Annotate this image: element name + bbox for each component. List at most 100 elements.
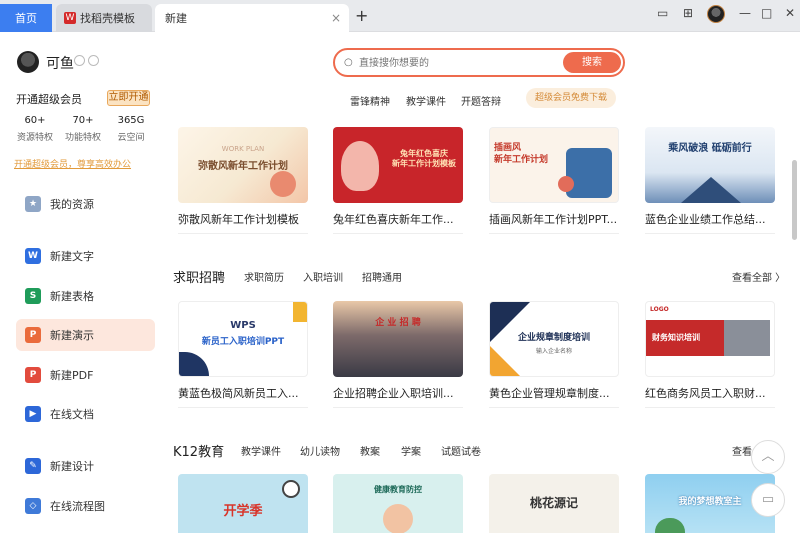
template-card[interactable]: WORK PLAN 弥散风新年工作计划 弥散风新年工作计划模板	[178, 127, 308, 234]
tree-illustration	[655, 518, 685, 533]
template-thumbnail: WORK PLAN 弥散风新年工作计划	[178, 127, 308, 203]
chat-icon[interactable]: ▭	[751, 483, 785, 517]
tab-home[interactable]: 首页	[0, 4, 52, 32]
divider	[489, 407, 619, 408]
template-thumbnail: WPS 新员工入职培训PPT	[178, 301, 308, 377]
template-card[interactable]: 乘风破浪 砥砺前行 蓝色企业业绩工作总结...	[645, 127, 775, 234]
nav-new-sheet[interactable]: S 新建表格	[16, 280, 155, 312]
divider	[333, 407, 463, 408]
thumb-title: 健康教育防控	[374, 485, 422, 494]
rabbit-illustration	[341, 141, 379, 191]
template-card[interactable]: 桃花源记	[489, 474, 619, 533]
section-subtab[interactable]: 教学课件	[241, 443, 281, 458]
nav-label: 在线文档	[50, 408, 94, 421]
stat-value: 365G	[117, 115, 145, 126]
search-icon: ○	[344, 57, 353, 68]
see-all-link[interactable]: 查看	[732, 443, 752, 458]
nav-new-design[interactable]: ✎ 新建设计	[16, 450, 155, 482]
grid-icon[interactable]: ⊞	[683, 6, 693, 20]
section-subtab[interactable]: 教案	[360, 443, 380, 458]
nav-my-resources[interactable]: ★ 我的资源	[16, 188, 155, 220]
section-title: K12教育	[173, 445, 225, 460]
thumb-subtitle: 输入企业名称	[535, 348, 572, 355]
template-card[interactable]: 插画风 新年工作计划 插画风新年工作计划PPT...	[489, 127, 619, 234]
close-window-icon[interactable]: ✕	[785, 6, 795, 20]
stat-label: 云空间	[117, 133, 145, 143]
template-card[interactable]: LOGO 财务知识培训 红色商务风员工入职财...	[645, 301, 775, 408]
template-card[interactable]: 健康教育防控	[333, 474, 463, 533]
template-card[interactable]: 企 业 招 聘 企业招聘企业入职培训...	[333, 301, 463, 408]
template-thumbnail: 插画风 新年工作计划	[489, 127, 619, 203]
thumb-title: 企业规章制度培训	[517, 333, 590, 343]
template-card[interactable]: 兔年红色喜庆 新年工作计划模板 兔年红色喜庆新年工作...	[333, 127, 463, 234]
people-illustration	[566, 148, 612, 198]
divider	[645, 407, 775, 408]
decor-shape	[293, 302, 307, 322]
thumb-title: 开学季	[223, 504, 263, 519]
decor-circle	[558, 176, 574, 192]
section-subtab[interactable]: 学案	[401, 443, 421, 458]
section-subtab[interactable]: 幼儿读物	[300, 443, 340, 458]
stat-label: 资源特权	[16, 133, 53, 143]
stat-value: 70+	[72, 115, 94, 126]
scrollbar[interactable]	[792, 160, 797, 240]
hot-keyword[interactable]: 雷锋精神	[350, 93, 390, 108]
avatar[interactable]	[17, 51, 39, 73]
section-subtab[interactable]: 入职培训	[303, 269, 343, 284]
star-icon: ★	[25, 196, 41, 212]
thumb-title: 财务知识培训	[652, 333, 700, 342]
vip-open-button[interactable]: 立即开通	[107, 90, 150, 106]
divider	[333, 233, 463, 234]
section-subtab[interactable]: 求职简历	[244, 269, 284, 284]
sheet-icon: S	[25, 288, 41, 304]
close-tab-icon[interactable]: ×	[331, 11, 341, 25]
stat-value: 60+	[24, 115, 46, 126]
section-subtab[interactable]: 招聘通用	[362, 269, 402, 284]
nav-flowchart[interactable]: ◇ 在线流程图	[16, 490, 155, 522]
divider	[489, 233, 619, 234]
nav-online-doc[interactable]: ▶ 在线文档	[16, 398, 155, 430]
member-badge-icon	[74, 55, 85, 66]
search-input[interactable]	[359, 54, 549, 72]
vip-stat: 70+ 功能特权	[58, 115, 108, 143]
maximize-icon[interactable]: □	[761, 6, 772, 20]
hot-keyword[interactable]: 开题答辩	[461, 93, 501, 108]
template-card[interactable]: 企业规章制度培训 输入企业名称 黄色企业管理规章制度...	[489, 301, 619, 408]
tab-template-store[interactable]: W 找稻壳模板	[56, 4, 152, 32]
template-title: 红色商务风员工入职财...	[645, 387, 766, 400]
hot-keyword[interactable]: 教学课件	[406, 93, 446, 108]
username[interactable]: 可鱼	[46, 53, 74, 73]
nav-new-presentation[interactable]: P 新建演示	[16, 319, 155, 351]
tab-new[interactable]: 新建 ×	[155, 4, 349, 32]
vip-free-download-button[interactable]: 超级会员免费下载	[526, 88, 616, 108]
pdf-icon: P	[25, 367, 41, 383]
template-card[interactable]: WPS 新员工入职培训PPT 黄蓝色极简风新员工入...	[178, 301, 308, 408]
nav-new-writer[interactable]: W 新建文字	[16, 240, 155, 272]
divider	[645, 233, 775, 234]
thumb-title: 弥散风新年工作计划	[198, 161, 288, 172]
template-title: 兔年红色喜庆新年工作...	[333, 213, 454, 226]
section-title: 求职招聘	[173, 271, 226, 286]
search-box[interactable]: ○ 搜索	[333, 48, 625, 77]
nav-label: 在线流程图	[50, 500, 105, 513]
template-thumbnail: 兔年红色喜庆 新年工作计划模板	[333, 127, 463, 203]
layout-icon[interactable]: ▭	[657, 6, 668, 20]
nav-label: 新建演示	[50, 329, 94, 342]
user-avatar-icon[interactable]	[707, 5, 725, 23]
vip-promo-link[interactable]: 开通超级会员，尊享高效办公	[14, 157, 131, 170]
nav-new-pdf[interactable]: P 新建PDF	[16, 359, 155, 391]
section-subtab[interactable]: 试题试卷	[441, 443, 481, 458]
title-bar: 首页 W 找稻壳模板 新建 × + ▭ ⊞ — □ ✕	[0, 0, 800, 32]
new-tab-button[interactable]: +	[355, 6, 368, 25]
template-title: 插画风新年工作计划PPT...	[489, 213, 618, 226]
back-to-top-icon[interactable]: ︿	[751, 440, 785, 474]
minimize-icon[interactable]: —	[739, 6, 751, 20]
design-icon: ✎	[25, 458, 41, 474]
search-button[interactable]: 搜索	[563, 52, 621, 73]
see-all-link[interactable]: 查看全部 〉	[732, 269, 785, 284]
template-card[interactable]: 开学季	[178, 474, 308, 533]
nav-label: 新建PDF	[50, 369, 94, 382]
template-title: 企业招聘企业入职培训...	[333, 387, 454, 400]
mountain-illustration	[681, 177, 741, 203]
thumb-title: 乘风破浪 砥砺前行	[668, 143, 752, 154]
